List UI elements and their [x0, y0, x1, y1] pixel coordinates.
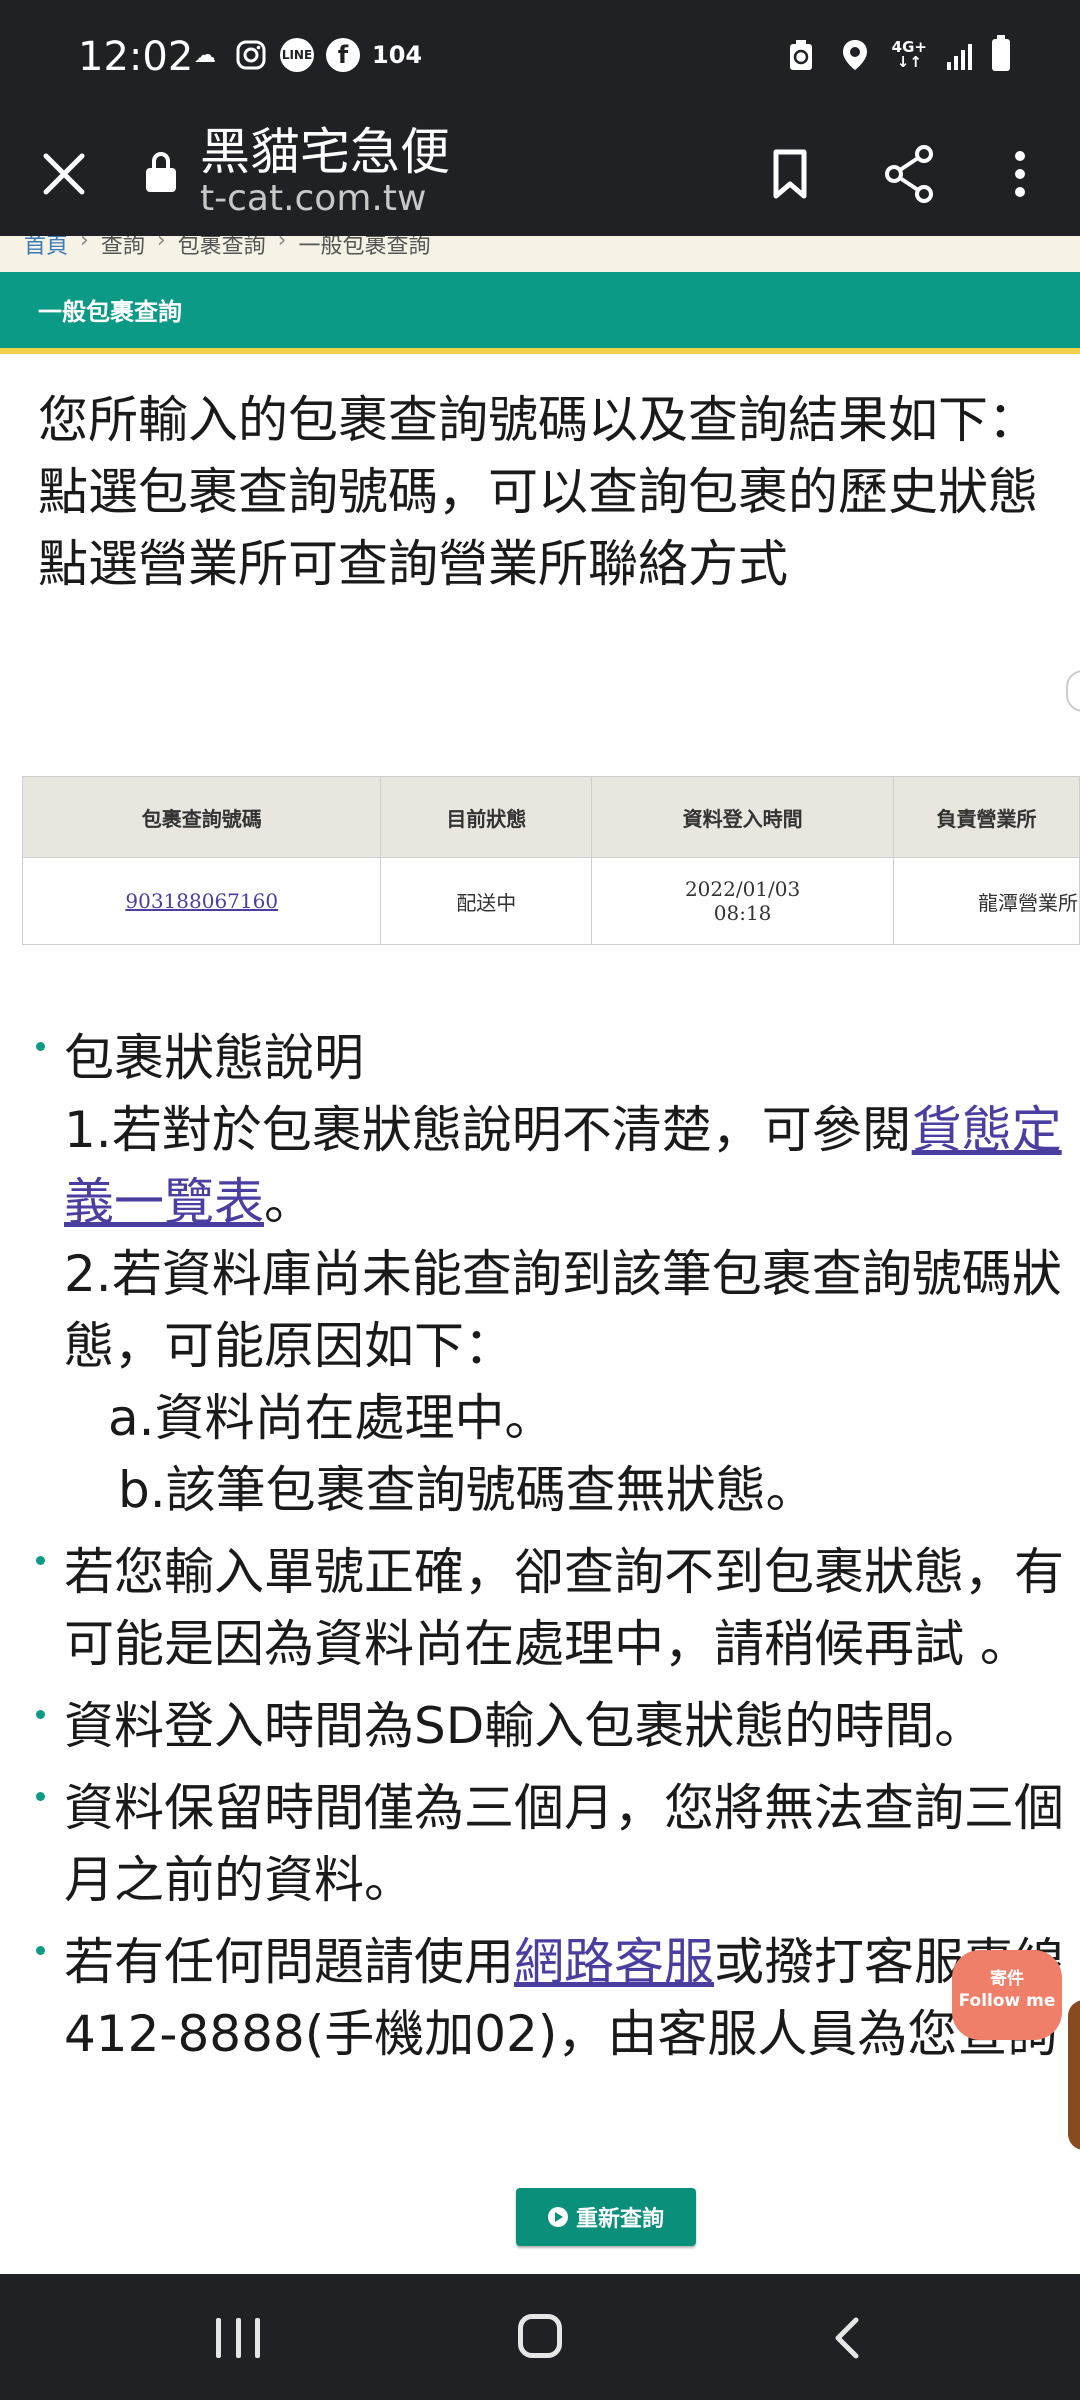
share-icon[interactable] [880, 136, 940, 212]
intro-line: 您所輸入的包裹查詢號碼以及查詢結果如下： [38, 391, 1038, 449]
table-row: 903188067160 配送中 2022/01/03 08:18 龍潭營業所 [21, 857, 1080, 945]
header-tracking-number: 包裹查詢號碼 [21, 776, 382, 858]
battery-saver-icon [784, 38, 818, 72]
login-time: 08:18 [713, 901, 772, 925]
notes-list: 包裹狀態說明 1.若對於包裹狀態說明不清楚，可參閱貨態定 義一覽表。 2.若資料… [30, 1022, 1080, 2080]
status-definitions-link-cont[interactable]: 義一覽表 [64, 1173, 264, 1231]
horizontal-scroll-handle[interactable] [1066, 670, 1080, 712]
list-item: 若有任何問題請使用網路客服或撥打客服專線 412-8888(手機加02)，由客服… [30, 1926, 1080, 2070]
signal-icon [947, 40, 972, 70]
section-title: 一般包裹查詢 [38, 298, 182, 326]
breadcrumb-query[interactable]: 查詢 [101, 236, 145, 260]
battery-icon [992, 35, 1010, 71]
mascot-edge [1068, 2000, 1080, 2150]
breadcrumb: 首頁 › 查詢 › 包裹查詢 › 一般包裹查詢 [0, 236, 1080, 272]
home-icon[interactable] [518, 2314, 562, 2358]
network-type-label: 4G+ ↓↑ [891, 38, 927, 71]
system-nav-bar [0, 2274, 1080, 2400]
header-login-time: 資料登入時間 [591, 776, 894, 858]
login-time-cell: 2022/01/03 08:18 [591, 857, 894, 945]
login-date: 2022/01/03 [684, 877, 801, 901]
intro-line: 點選營業所可查詢營業所聯絡方式 [38, 535, 788, 593]
office-cell: 龍潭營業所 [892, 857, 1080, 945]
page-title[interactable]: 黑貓宅急便 [200, 120, 450, 184]
close-tab-icon[interactable] [34, 136, 94, 212]
tracking-number-link[interactable]: 903188067160 [125, 889, 278, 913]
retry-query-button[interactable]: 重新查詢 [516, 2188, 696, 2246]
system-icons: 4G+ ↓↑ [784, 35, 1010, 72]
list-item: 資料登入時間為SD輸入包裹狀態的時間。 [30, 1690, 1080, 1762]
list-item: 資料保留時間僅為三個月，您將無法查詢三個 月之前的資料。 [30, 1772, 1080, 1916]
intro-line: 點選包裹查詢號碼，可以查詢包裹的歷史狀態 [38, 463, 1038, 521]
bookmark-icon[interactable] [760, 136, 820, 212]
breadcrumb-current: 一般包裹查詢 [298, 236, 431, 259]
bullet-icon [36, 1946, 45, 1955]
header-office: 負責營業所 [892, 776, 1080, 858]
browser-toolbar: 黑貓宅急便 t-cat.com.tw [0, 112, 1080, 236]
status-time: 12:02 [78, 34, 194, 80]
recent-apps-icon[interactable] [216, 2318, 260, 2358]
table-header-row: 包裹查詢號碼 目前狀態 資料登入時間 負責營業所 [21, 776, 1080, 858]
bullet-icon [36, 1556, 45, 1565]
status-definitions-link[interactable]: 貨態定 [912, 1101, 1062, 1159]
back-icon[interactable] [828, 2316, 868, 2360]
status-bar: 12:02 ☁ LINE f 104 4G+ ↓↑ [0, 0, 1080, 112]
facebook-icon: f [326, 38, 360, 72]
office-link[interactable]: 龍潭營業所 [978, 891, 1078, 915]
results-table: 包裹查詢號碼 目前狀態 資料登入時間 負責營業所 903188067160 配送… [21, 776, 1080, 945]
bullet-icon [36, 1042, 45, 1051]
list-item: 若您輸入單號正確，卻查詢不到包裹狀態，有 可能是因為資料尚在處理中，請稍候再試 … [30, 1536, 1080, 1680]
notification-count: 104 [372, 41, 423, 69]
line-icon: LINE [280, 38, 314, 72]
note-title: 包裹狀態說明 [64, 1029, 364, 1087]
intro-text: 您所輸入的包裹查詢號碼以及查詢結果如下： 點選包裹查詢號碼，可以查詢包裹的歷史狀… [38, 384, 1080, 600]
lock-icon[interactable] [146, 152, 176, 192]
location-icon [838, 38, 872, 72]
url-text[interactable]: t-cat.com.tw [200, 178, 426, 219]
follow-me-widget[interactable]: 寄件 Follow me [952, 1950, 1062, 2040]
header-status: 目前狀態 [380, 776, 593, 858]
weather-icon: ☁ [194, 42, 216, 68]
instagram-icon [234, 38, 268, 72]
status-cell: 配送中 [380, 857, 593, 945]
breadcrumb-home[interactable]: 首頁 [24, 236, 68, 260]
online-support-link[interactable]: 網路客服 [514, 1933, 714, 1991]
breadcrumb-package-query[interactable]: 包裹查詢 [178, 236, 266, 260]
section-header: 一般包裹查詢 [0, 272, 1080, 354]
bullet-icon [36, 1792, 45, 1801]
bullet-icon [36, 1710, 45, 1719]
notification-icons: ☁ LINE f 104 [188, 38, 422, 72]
play-icon [547, 2207, 568, 2227]
list-item: 包裹狀態說明 1.若對於包裹狀態說明不清楚，可參閱貨態定 義一覽表。 2.若資料… [30, 1022, 1080, 1526]
more-options-icon[interactable] [990, 136, 1050, 212]
